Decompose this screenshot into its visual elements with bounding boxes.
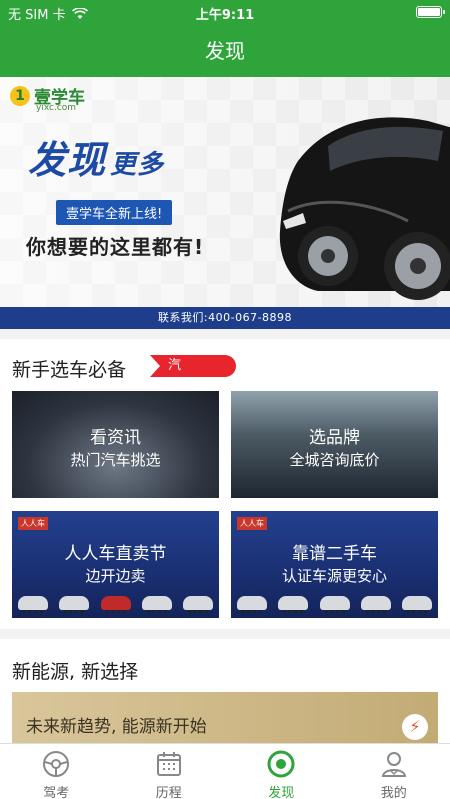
yixueche-logo: 1 壹学车 yixc.com bbox=[10, 83, 85, 113]
section-title: 新能源, 新选择 bbox=[12, 661, 139, 683]
banner-headline: 发现 更多 bbox=[28, 138, 165, 182]
steering-wheel-icon bbox=[43, 751, 70, 777]
sports-car-image bbox=[279, 117, 450, 300]
car-row-image bbox=[237, 582, 432, 613]
banner-pill: 壹学车全新上线! bbox=[56, 200, 173, 225]
renrenche-logo: 人人车 bbox=[18, 517, 48, 530]
lightning-icon: ⚡ bbox=[402, 714, 428, 740]
brand-card[interactable]: 选品牌 全城咨询底价 bbox=[231, 391, 438, 498]
tab-profile[interactable]: 我的 bbox=[338, 744, 450, 799]
tab-history[interactable]: 历程 bbox=[113, 744, 226, 799]
car-row-image bbox=[18, 582, 213, 613]
status-bar: 无 SIM 卡 上午9:11 bbox=[0, 0, 450, 24]
section-title: 新手选车必备 bbox=[12, 359, 127, 381]
new-driver-section: 新手选车必备 汽 看资讯 热门汽车挑选 选品牌 全城咨询底价 人人车 人人车直卖… bbox=[0, 339, 450, 629]
battery-icon bbox=[416, 6, 445, 18]
discover-icon bbox=[267, 750, 295, 778]
tab-discover[interactable]: 发现 bbox=[225, 744, 338, 799]
section-tag: 汽 bbox=[150, 355, 236, 377]
tab-driving-test[interactable]: 驾考 bbox=[0, 744, 113, 799]
direct-sale-card[interactable]: 人人车 人人车直卖节 边开边卖 bbox=[12, 511, 219, 618]
news-card[interactable]: 看资讯 热门汽车挑选 bbox=[12, 391, 219, 498]
promo-banner[interactable]: 1 壹学车 yixc.com 发现 更多 壹学车全新上线! 你想要的这里都有! 联… bbox=[0, 77, 450, 329]
banner-slogan: 你想要的这里都有! bbox=[26, 235, 205, 259]
calendar-icon bbox=[156, 752, 181, 776]
person-icon bbox=[381, 752, 406, 777]
status-time: 上午9:11 bbox=[195, 8, 255, 23]
top-bar: 无 SIM 卡 上午9:11 发现 bbox=[0, 0, 450, 77]
renrenche-logo: 人人车 bbox=[237, 517, 267, 530]
contact-strip: 联系我们:400-067-8898 bbox=[0, 307, 450, 329]
bottom-tab-bar: 驾考 历程 发现 我的 bbox=[0, 743, 450, 799]
page-title: 发现 bbox=[205, 39, 245, 63]
used-car-card[interactable]: 人人车 靠谱二手车 认证车源更安心 bbox=[231, 511, 438, 618]
